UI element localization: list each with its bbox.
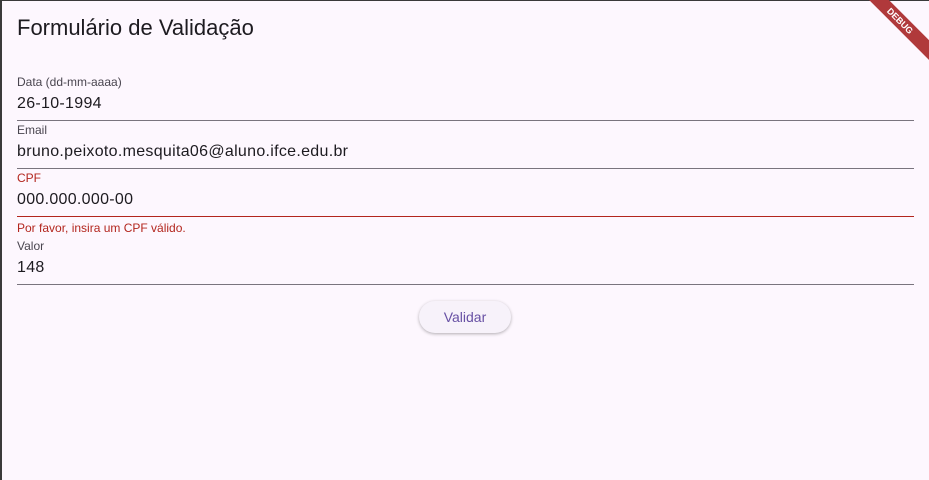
date-field[interactable]: Data (dd-mm-aaaa) 26-10-1994	[17, 75, 914, 121]
cpf-field[interactable]: CPF 000.000.000-00	[17, 171, 914, 217]
valor-label: Valor	[17, 239, 45, 253]
valor-field[interactable]: Valor 148	[17, 239, 914, 285]
valor-input[interactable]: 148	[17, 259, 914, 284]
cpf-label: CPF	[17, 171, 41, 185]
cpf-error-message: Por favor, insira um CPF válido.	[17, 221, 186, 235]
date-input[interactable]: 26-10-1994	[17, 95, 914, 120]
page-title: Formulário de Validação	[17, 15, 254, 40]
cpf-input[interactable]: 000.000.000-00	[17, 191, 914, 216]
email-input[interactable]: bruno.peixoto.mesquita06@aluno.ifce.edu.…	[17, 143, 914, 168]
email-field[interactable]: Email bruno.peixoto.mesquita06@aluno.ifce…	[17, 123, 914, 169]
email-label: Email	[17, 123, 48, 137]
validate-button[interactable]: Validar	[419, 301, 511, 333]
date-label: Data (dd-mm-aaaa)	[17, 75, 122, 89]
